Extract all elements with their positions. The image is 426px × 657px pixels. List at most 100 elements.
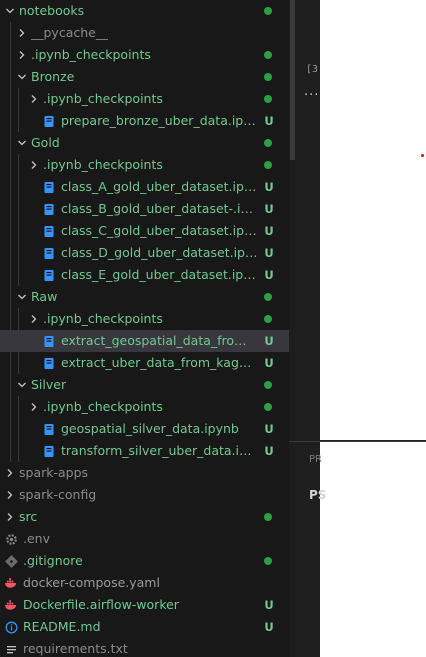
chevron-right-icon[interactable]	[4, 506, 16, 528]
text-file-icon	[4, 638, 18, 657]
file-row-extract-uber-data-from-kaggle-ipynb[interactable]: extract_uber_data_from_kaggle.ipynb U	[0, 352, 289, 374]
chevron-down-icon[interactable]	[16, 66, 28, 88]
git-status-dot	[264, 513, 272, 521]
file-row-env[interactable]: .env	[0, 528, 289, 550]
notebook-icon	[42, 198, 56, 220]
file-row-geospatial-silver-data-ipynb[interactable]: geospatial_silver_data.ipynb U	[0, 418, 289, 440]
indent-guide	[10, 396, 11, 418]
folder-row-gold[interactable]: Gold	[0, 132, 289, 154]
git-status-badge: U	[264, 180, 274, 194]
indent-guide	[18, 440, 19, 462]
file-row-extract-geospatial-data-from-census[interactable]: extract_geospatial_data_from_census... U	[0, 330, 289, 352]
indent-guide	[18, 308, 19, 330]
gear-icon	[4, 528, 18, 550]
git-status-dot	[264, 7, 272, 15]
indent-guide	[10, 154, 11, 176]
chevron-right-icon[interactable]	[28, 308, 40, 330]
notebook-icon	[42, 440, 56, 462]
folder-row-spark-apps[interactable]: spark-apps	[0, 462, 289, 484]
explorer-item-label: Bronze	[31, 69, 75, 84]
file-row-class-b-gold-uber-dataset-ipynb[interactable]: class_B_gold_uber_dataset-.ipynb U	[0, 198, 289, 220]
git-status-dot	[264, 51, 272, 59]
explorer-item-label: .ipynb_checkpoints	[43, 399, 163, 414]
chevron-right-icon[interactable]	[28, 88, 40, 110]
git-status-dot	[264, 403, 272, 411]
indent-guide	[18, 176, 19, 198]
chevron-down-icon[interactable]	[16, 286, 28, 308]
notebook-icon	[42, 242, 56, 264]
notebook-icon	[42, 264, 56, 286]
indent-guide	[10, 242, 11, 264]
file-row-class-c-gold-uber-dataset-ipynb[interactable]: class_C_gold_uber_dataset.ipynb U	[0, 220, 289, 242]
explorer-item-label: requirements.txt	[23, 641, 128, 656]
file-row-prepare-bronze-uber-data-ipynb[interactable]: prepare_bronze_uber_data.ipynb U	[0, 110, 289, 132]
git-status-badge: U	[264, 224, 274, 238]
git-status-dot	[264, 381, 272, 389]
notebook-editor[interactable]	[320, 0, 426, 440]
indent-guide	[10, 440, 11, 462]
explorer-item-label: notebooks	[19, 3, 85, 18]
git-status-badge: U	[264, 334, 274, 348]
indent-guide	[18, 88, 19, 110]
file-row-class-e-gold-uber-dataset-ipynb[interactable]: class_E_gold_uber_dataset.ipynb U	[0, 264, 289, 286]
panel-tab-problems[interactable]: PR	[309, 454, 322, 465]
git-status-dot	[264, 139, 272, 147]
chevron-right-icon[interactable]	[4, 462, 16, 484]
explorer-item-label: class_A_gold_uber_dataset.ipynb	[61, 179, 258, 194]
folder-row-ipynb-checkpoints[interactable]: .ipynb_checkpoints	[0, 88, 289, 110]
git-status-badge: U	[264, 422, 274, 436]
explorer-item-label: .gitignore	[23, 553, 83, 568]
folder-row-bronze[interactable]: Bronze	[0, 66, 289, 88]
explorer-item-label: spark-config	[19, 487, 97, 502]
chevron-right-icon[interactable]	[4, 484, 16, 506]
folder-row-raw[interactable]: Raw	[0, 286, 289, 308]
file-row-dockerfile-airflow-worker[interactable]: Dockerfile.airflow-worker U	[0, 594, 289, 616]
more-actions-icon[interactable]: ···	[304, 88, 319, 103]
chevron-down-icon[interactable]	[4, 0, 16, 22]
folder-row-ipynb-checkpoints[interactable]: .ipynb_checkpoints	[0, 154, 289, 176]
git-status-badge: U	[264, 246, 274, 260]
file-row-class-a-gold-uber-dataset-ipynb[interactable]: class_A_gold_uber_dataset.ipynb U	[0, 176, 289, 198]
bottom-panel	[320, 442, 426, 657]
chevron-right-icon[interactable]	[28, 396, 40, 418]
chevron-right-icon[interactable]	[16, 44, 28, 66]
git-status-dot	[264, 315, 272, 323]
explorer-item-label: class_E_gold_uber_dataset.ipynb	[61, 267, 258, 282]
notebook-icon	[42, 330, 56, 352]
chevron-down-icon[interactable]	[16, 132, 28, 154]
indent-guide	[10, 198, 11, 220]
folder-row-silver[interactable]: Silver	[0, 374, 289, 396]
indent-guide	[10, 176, 11, 198]
git-status-dot	[264, 73, 272, 81]
explorer-item-label: Dockerfile.airflow-worker	[23, 597, 179, 612]
folder-row-ipynb-checkpoints[interactable]: .ipynb_checkpoints	[0, 44, 289, 66]
folder-row-notebooks[interactable]: notebooks	[0, 0, 289, 22]
git-status-dot	[264, 161, 272, 169]
explorer-item-label: __pycache__	[31, 25, 109, 40]
explorer-item-label: docker-compose.yaml	[23, 575, 160, 590]
file-row-docker-compose-yaml[interactable]: docker-compose.yaml	[0, 572, 289, 594]
file-row-readme-md[interactable]: README.md U	[0, 616, 289, 638]
folder-row-pycache[interactable]: __pycache__	[0, 22, 289, 44]
indent-guide	[18, 396, 19, 418]
git-status-dot	[264, 95, 272, 103]
file-row-gitignore[interactable]: .gitignore	[0, 550, 289, 572]
git-status-badge: U	[264, 268, 274, 282]
error-marker	[421, 154, 424, 157]
file-row-transform-silver-uber-data-ipynb[interactable]: transform_silver_uber_data.ipynb U	[0, 440, 289, 462]
file-row-requirements-txt[interactable]: requirements.txt	[0, 638, 289, 657]
folder-row-src[interactable]: src	[0, 506, 289, 528]
git-status-badge: U	[264, 114, 274, 128]
notebook-icon	[42, 176, 56, 198]
chevron-right-icon[interactable]	[28, 154, 40, 176]
chevron-down-icon[interactable]	[16, 374, 28, 396]
git-status-badge: U	[264, 598, 274, 612]
file-row-class-d-gold-uber-dataset-ipynb[interactable]: class_D_gold_uber_dataset.ipynb U	[0, 242, 289, 264]
folder-row-ipynb-checkpoints[interactable]: .ipynb_checkpoints	[0, 308, 289, 330]
explorer-item-label: transform_silver_uber_data.ipynb	[61, 443, 258, 458]
folder-row-spark-config[interactable]: spark-config	[0, 484, 289, 506]
indent-guide	[18, 264, 19, 286]
folder-row-ipynb-checkpoints[interactable]: .ipynb_checkpoints	[0, 396, 289, 418]
chevron-right-icon[interactable]	[16, 22, 28, 44]
indent-guide	[18, 154, 19, 176]
